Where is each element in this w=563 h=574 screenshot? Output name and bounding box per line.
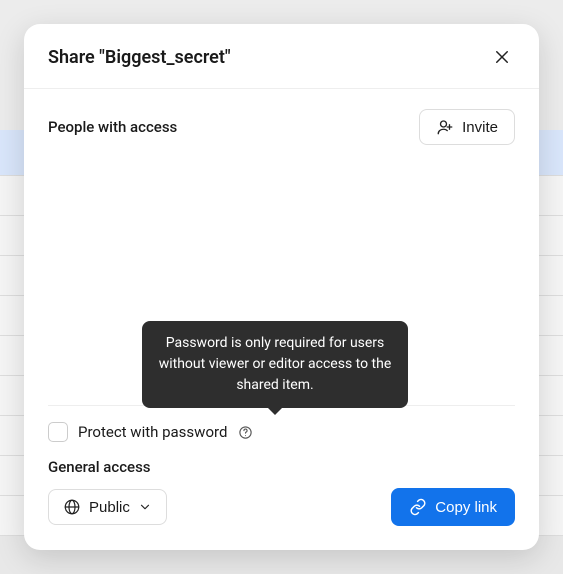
visibility-dropdown[interactable]: Public — [48, 489, 167, 525]
general-access-section: General access Public Copy link — [24, 454, 539, 550]
protect-password-label: Protect with password — [78, 423, 227, 441]
question-mark-circle-icon — [238, 425, 253, 440]
help-button[interactable] — [237, 424, 253, 440]
modal-title: Share "Biggest_secret" — [48, 47, 231, 68]
protect-password-checkbox[interactable] — [48, 422, 68, 442]
close-button[interactable] — [489, 44, 515, 70]
modal-header: Share "Biggest_secret" — [24, 24, 539, 89]
globe-icon — [63, 498, 81, 516]
close-icon — [493, 48, 511, 66]
person-plus-icon — [436, 118, 454, 136]
copy-link-button[interactable]: Copy link — [391, 488, 515, 526]
share-modal: Share "Biggest_secret" People with acces… — [24, 24, 539, 550]
password-tooltip: Password is only required for users with… — [142, 321, 408, 408]
general-access-label: General access — [48, 458, 515, 476]
link-icon — [409, 498, 427, 516]
people-section: People with access Invite — [24, 89, 539, 165]
protect-row: Password is only required for users with… — [24, 406, 539, 454]
invite-button[interactable]: Invite — [419, 109, 515, 145]
invite-label: Invite — [462, 119, 498, 136]
visibility-label: Public — [89, 499, 130, 516]
copy-link-label: Copy link — [435, 499, 497, 516]
people-with-access-label: People with access — [48, 118, 177, 136]
chevron-down-icon — [138, 500, 152, 514]
